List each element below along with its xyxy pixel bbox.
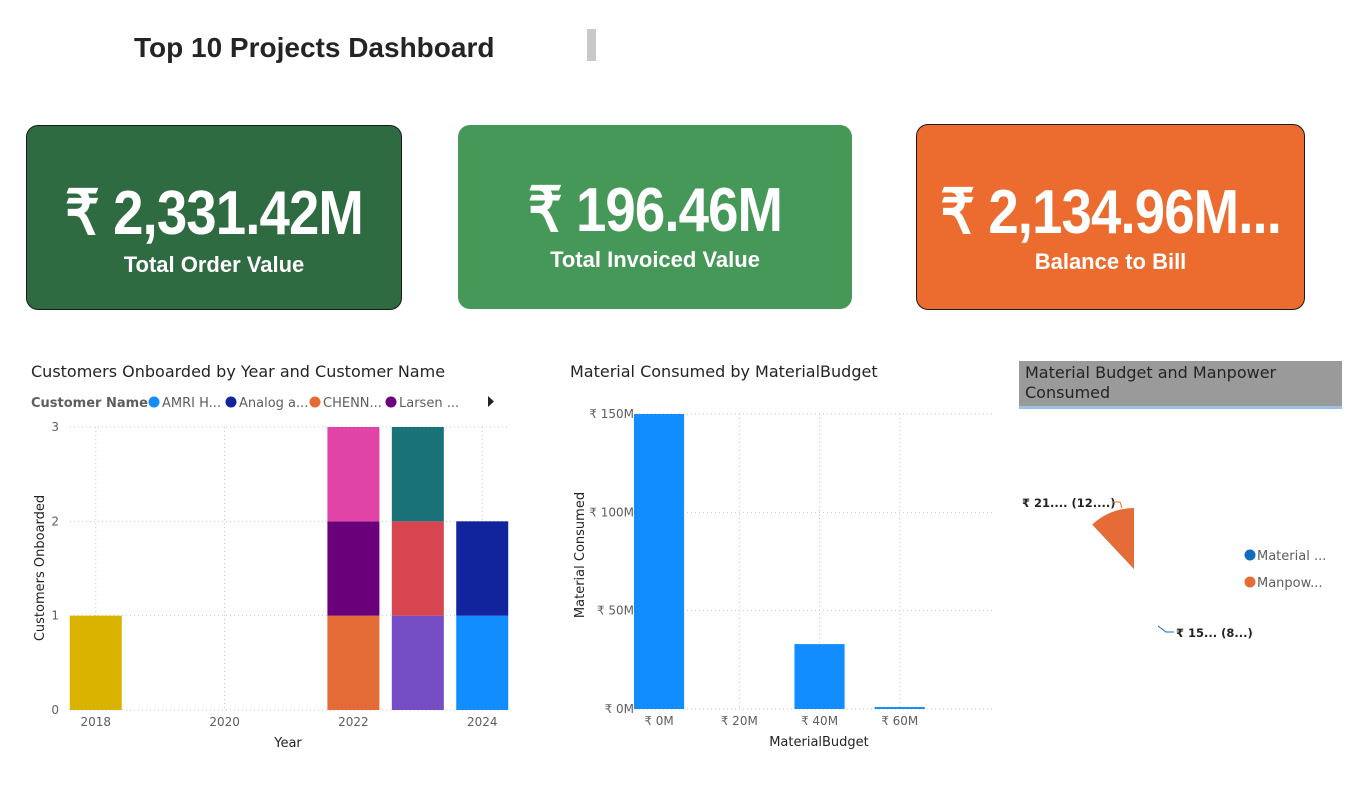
- legend-marker: [309, 396, 321, 408]
- data-label-manpower: ₹ 21.... (12....): [1022, 496, 1115, 510]
- legend-marker: [1244, 576, 1256, 588]
- bar-segment: [456, 521, 509, 616]
- y-tick-label: 0: [51, 703, 59, 717]
- y-tick-label: ₹ 100M: [589, 505, 634, 519]
- bar-segment: [327, 615, 380, 710]
- page-title: Top 10 Projects Dashboard: [134, 32, 495, 63]
- bar-segment: [327, 521, 380, 616]
- legend-marker: [385, 396, 397, 408]
- x-tick-label: 2018: [80, 715, 111, 729]
- total-order-value-card[interactable]: ₹ 2,331.42M Total Order Value: [26, 125, 402, 310]
- balance-to-bill-card[interactable]: ₹ 2,134.96M... Balance to Bill: [916, 124, 1305, 310]
- x-axis-label: MaterialBudget: [769, 735, 869, 750]
- bar-segment: [391, 427, 444, 522]
- legend-marker: [1244, 549, 1256, 561]
- y-tick-label: ₹ 0M: [605, 702, 634, 716]
- legend-item-analog[interactable]: Analog a...: [239, 396, 308, 411]
- legend-item-material[interactable]: Material ...: [1257, 549, 1326, 564]
- legend-marker: [148, 396, 160, 408]
- card-label: Total Order Value: [123, 252, 305, 277]
- x-tick-label: 2022: [338, 715, 369, 729]
- bar-segment: [327, 427, 380, 522]
- x-tick-label: ₹ 20M: [721, 714, 758, 728]
- bar-segment: [391, 615, 444, 710]
- legend-item-amri[interactable]: AMRI H...: [162, 396, 221, 411]
- card-value: ₹ 2,134.96M...: [940, 178, 1282, 247]
- bar: [874, 707, 925, 709]
- data-label-material: ₹ 15... (8...): [1176, 626, 1253, 640]
- bar-segment: [456, 615, 509, 710]
- card-label: Total Invoiced Value: [550, 247, 760, 272]
- pie-slice-manpower: [1092, 508, 1134, 569]
- chart1-title: Customers Onboarded by Year and Customer…: [31, 362, 446, 381]
- legend-marker: [225, 396, 237, 408]
- legend-title: Customer Name: [31, 396, 148, 411]
- chart3-plot[interactable]: ₹ 21.... (12....) ₹ 15... (8...) Materia…: [1010, 415, 1345, 675]
- y-axis-label: Material Consumed: [573, 492, 588, 618]
- chart3-title-line2: Consumed: [1025, 383, 1111, 402]
- legend-item-chenn[interactable]: CHENN...: [323, 396, 382, 411]
- bar-segment: [391, 521, 444, 616]
- y-tick-label: ₹ 50M: [597, 604, 634, 618]
- chart3-title-line1: Material Budget and Manpower: [1025, 363, 1277, 382]
- card-label: Balance to Bill: [1034, 249, 1187, 274]
- x-tick-label: ₹ 0M: [644, 714, 673, 728]
- total-invoiced-value-card[interactable]: ₹ 196.46M Total Invoiced Value: [458, 125, 852, 309]
- bar: [633, 414, 685, 709]
- card-value: ₹ 196.46M: [527, 176, 783, 245]
- legend-next-icon[interactable]: [488, 396, 494, 407]
- title-accent-bar: [587, 29, 596, 61]
- legend-item-larsen[interactable]: Larsen ...: [399, 396, 459, 411]
- y-tick-label: 1: [51, 609, 59, 623]
- chart1-plot[interactable]: Customers Onboarded Year 0 1 2 3 2018 2020 202…: [0, 410, 520, 760]
- y-tick-label: 3: [51, 420, 59, 434]
- y-tick-label: 2: [51, 514, 59, 528]
- y-axis-label: Customers Onboarded: [33, 495, 48, 641]
- chart2-title: Material Consumed by MaterialBudget: [570, 362, 878, 381]
- chart3-title-bar: Material Budget and Manpower Consumed: [1019, 361, 1342, 409]
- chart2-plot[interactable]: Material Consumed MaterialBudget ₹ 0M ₹ 5…: [560, 395, 1010, 760]
- legend-item-manpower[interactable]: Manpow...: [1257, 576, 1322, 591]
- x-tick-label: 2020: [209, 715, 240, 729]
- x-tick-label: 2024: [467, 715, 498, 729]
- card-value: ₹ 2,331.42M: [64, 179, 364, 248]
- x-tick-label: ₹ 60M: [881, 714, 918, 728]
- bar-segment: [69, 615, 122, 710]
- x-tick-label: ₹ 40M: [801, 714, 838, 728]
- bar: [794, 644, 845, 709]
- leader-line-material: [1157, 625, 1174, 633]
- y-tick-label: ₹ 150M: [589, 407, 634, 421]
- x-axis-label: Year: [273, 736, 302, 751]
